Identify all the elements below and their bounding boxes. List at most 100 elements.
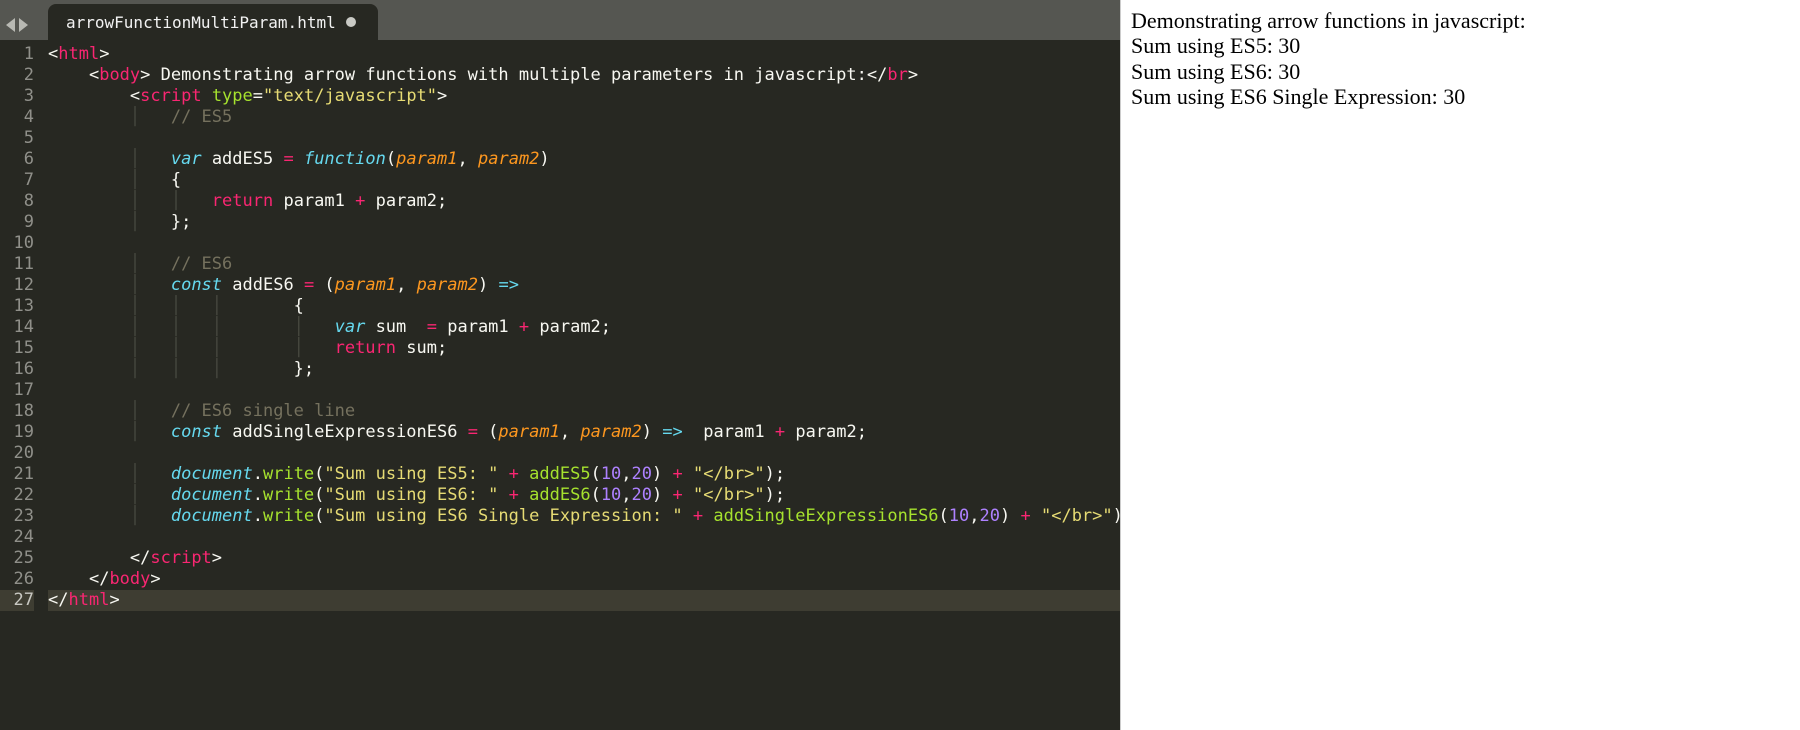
code-area[interactable]: 1234567891011121314151617181920212223242… [0, 40, 1120, 730]
code-token: html [68, 590, 109, 610]
code-token [202, 86, 212, 106]
code-token: param2 [795, 422, 856, 442]
line-number: 24 [0, 527, 34, 548]
code-content[interactable]: <html> <body> Demonstrating arrow functi… [40, 44, 1120, 730]
code-token: addSingleExpressionES6 [232, 422, 457, 442]
code-token: text/javascript [273, 86, 427, 106]
line-number: 23 [0, 506, 34, 527]
code-token: "</br>" [1041, 506, 1113, 526]
code-token: ; [437, 191, 447, 211]
code-token: = [457, 422, 488, 442]
code-token: document [171, 506, 253, 526]
line-number: 11 [0, 254, 34, 275]
code-token: "</br>" [693, 464, 765, 484]
code-token: script [140, 86, 201, 106]
code-token [202, 149, 212, 169]
code-token: param2 [376, 191, 437, 211]
code-token: param1 [335, 275, 396, 295]
code-token: return [335, 338, 396, 358]
code-token: ) [539, 149, 549, 169]
line-number: 8 [0, 191, 34, 212]
code-token: ( [314, 485, 324, 505]
line-number: 1 [0, 44, 34, 65]
line-number: 13 [0, 296, 34, 317]
line-number: 14 [0, 317, 34, 338]
code-token: ; [775, 485, 785, 505]
line-number: 22 [0, 485, 34, 506]
code-token: addES6 [529, 485, 590, 505]
code-token: ; [601, 317, 611, 337]
code-token: 10 [601, 464, 621, 484]
code-token: ; [437, 338, 447, 358]
code-token: </ [130, 548, 150, 568]
code-token: param2 [580, 422, 641, 442]
code-token: "Sum using ES6 Single Expression: " [324, 506, 682, 526]
code-token: ( [591, 464, 601, 484]
code-token: addES6 [232, 275, 293, 295]
code-token: const [171, 275, 222, 295]
code-token: " [263, 86, 273, 106]
line-number: 21 [0, 464, 34, 485]
tab-title: arrowFunctionMultiParam.html [66, 13, 336, 32]
code-token: + [1010, 506, 1041, 526]
toolbar: arrowFunctionMultiParam.html [0, 0, 1120, 40]
code-token: = [406, 317, 447, 337]
code-token: + [498, 464, 529, 484]
nav-back-icon[interactable] [6, 18, 15, 32]
code-token: // ES5 [171, 107, 232, 127]
line-number: 4 [0, 107, 34, 128]
preview-pane: Demonstrating arrow functions in javascr… [1120, 0, 1800, 730]
code-token: 10 [601, 485, 621, 505]
code-token: > [908, 65, 918, 85]
code-token: param1 [283, 191, 344, 211]
code-token: sum [406, 338, 437, 358]
nav-forward-icon[interactable] [19, 18, 28, 32]
line-number: 18 [0, 401, 34, 422]
code-token: body [109, 569, 150, 589]
line-number-gutter: 1234567891011121314151617181920212223242… [0, 44, 40, 730]
code-token [273, 191, 283, 211]
code-token: write [263, 464, 314, 484]
editor-pane: arrowFunctionMultiParam.html 12345678910… [0, 0, 1120, 730]
code-token: ( [939, 506, 949, 526]
code-token: return [212, 191, 273, 211]
code-token: var [335, 317, 366, 337]
code-token: ) [1000, 506, 1010, 526]
code-token: "Sum using ES6: " [324, 485, 498, 505]
code-token: const [171, 422, 222, 442]
line-number: 15 [0, 338, 34, 359]
line-number: 9 [0, 212, 34, 233]
code-token: html [58, 44, 99, 64]
preview-line: Sum using ES6: 30 [1131, 59, 1790, 84]
code-token: < [48, 44, 58, 64]
code-token: body [99, 65, 140, 85]
code-token: ) [652, 485, 662, 505]
code-token: document [171, 464, 253, 484]
file-tab[interactable]: arrowFunctionMultiParam.html [48, 4, 378, 40]
code-token: param1 [498, 422, 559, 442]
code-token: param1 [396, 149, 457, 169]
code-token: 20 [632, 485, 652, 505]
code-token: , [560, 422, 580, 442]
code-token: param1 [447, 317, 508, 337]
code-token: // ES6 single line [171, 401, 355, 421]
code-token: > [150, 569, 160, 589]
code-token: type [212, 86, 253, 106]
code-token: > [212, 548, 222, 568]
code-token: => [652, 422, 693, 442]
code-token: addES5 [212, 149, 273, 169]
code-token: write [263, 506, 314, 526]
code-token: , [969, 506, 979, 526]
code-token: ( [488, 422, 498, 442]
line-number: 27 [0, 590, 34, 611]
code-token: Demonstrating arrow functions with multi… [150, 65, 866, 85]
code-token: addES5 [529, 464, 590, 484]
code-token: { [294, 296, 304, 316]
code-token [222, 422, 232, 442]
code-token: + [662, 485, 693, 505]
dirty-indicator-icon [346, 17, 356, 27]
code-token: ( [314, 464, 324, 484]
code-token: ) [765, 464, 775, 484]
line-number: 3 [0, 86, 34, 107]
code-token: 20 [632, 464, 652, 484]
